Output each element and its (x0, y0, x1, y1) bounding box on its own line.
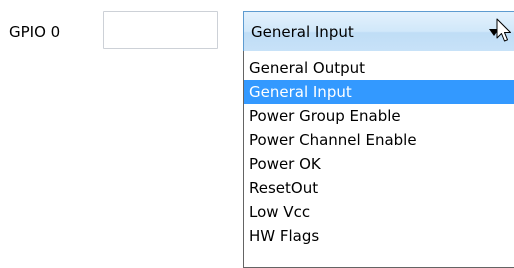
dropdown-option-power-channel-enable[interactable]: Power Channel Enable (244, 128, 514, 152)
gpio-value-field[interactable] (103, 11, 218, 49)
dropdown-option-low-vcc[interactable]: Low Vcc (244, 200, 514, 224)
dropdown-option-power-ok[interactable]: Power OK (244, 152, 514, 176)
dropdown-option-hw-flags[interactable]: HW Flags (244, 224, 514, 248)
mouse-pointer-icon (496, 18, 511, 42)
gpio-label: GPIO 0 (9, 23, 61, 41)
dropdown-option-power-group-enable[interactable]: Power Group Enable (244, 104, 514, 128)
dropdown-option-resetout[interactable]: ResetOut (244, 176, 514, 200)
combobox-selected-value: General Input (251, 23, 354, 41)
dropdown-option-general-output[interactable]: General Output (244, 56, 514, 80)
gpio-mode-combobox[interactable]: General Input (243, 11, 514, 52)
gpio-mode-dropdown-list: General Output General Input Power Group… (243, 51, 514, 268)
dropdown-option-general-input[interactable]: General Input (244, 80, 514, 104)
